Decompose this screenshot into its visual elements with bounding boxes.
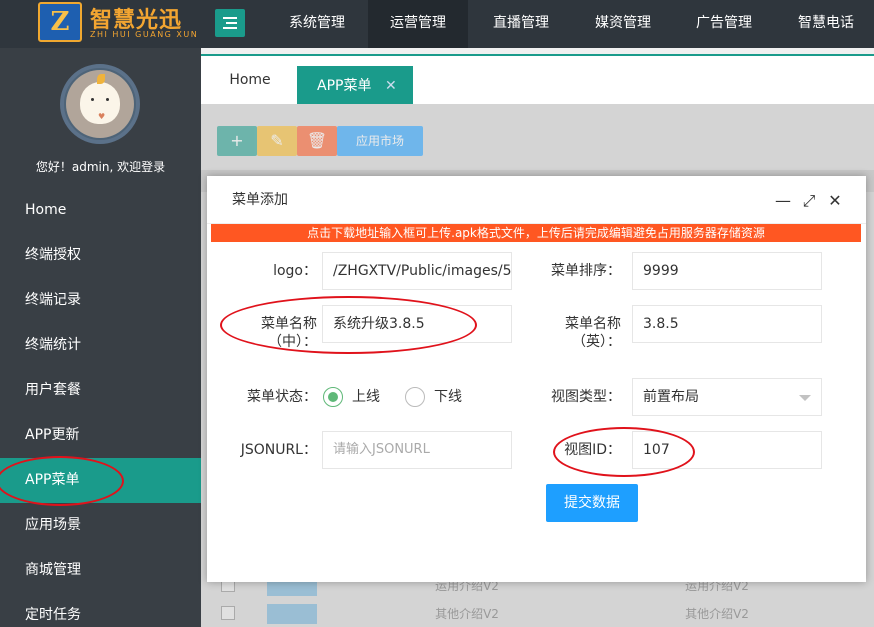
name-cn-label: 菜单名称（中）： [261,316,317,350]
row-checkbox[interactable] [221,606,235,620]
sidebar-item-user-plans[interactable]: 用户套餐 [0,368,201,413]
sidebar-item-scheduled-tasks[interactable]: 定时任务 [0,593,201,627]
sidebar: ♥ 您好！admin, 欢迎登录 Home 终端授权 终端记录 终端统计 用户套… [0,48,201,627]
tab-bar: Home APP菜单 ✕ [201,54,874,106]
topnav-item-ads[interactable]: 广告管理 [672,0,776,48]
logo-input[interactable]: /ZHGXTV/Public/images/5d5 [322,252,512,290]
row-thumbnail [267,604,317,624]
upload-notice: 点击下载地址输入框可上传.apk格式文件，上传后请完成编辑避免占用服务器存储资源 [211,224,861,242]
topnav-item-system[interactable]: 系统管理 [266,0,368,48]
topnav-item-live[interactable]: 直播管理 [468,0,574,48]
sidebar-item-home[interactable]: Home [0,188,201,233]
name-en-label: 菜单名称（英）： [565,316,621,350]
sidebar-item-terminal-log[interactable]: 终端记录 [0,278,201,323]
chevron-down-icon [799,395,811,401]
heart-icon: ♥ [98,112,106,121]
menu-toggle-button[interactable] [215,9,245,37]
sort-label: 菜单排序： [551,263,621,279]
status-offline-radio[interactable] [405,387,425,407]
minimize-icon[interactable]: — [770,176,796,224]
name-en-input[interactable]: 3.8.5 [632,305,822,343]
sidebar-item-scenes[interactable]: 应用场景 [0,503,201,548]
dialog-title: 菜单添加 [232,192,288,208]
logo-subtitle: ZHI HUI GUANG XUN [90,30,199,39]
status-online-label[interactable]: 上线 [352,387,380,407]
sidebar-item-mall[interactable]: 商城管理 [0,548,201,593]
jsonurl-label: JSONURL： [240,442,317,458]
dialog-header: 菜单添加 — ⤢ ✕ [207,176,866,224]
topnav-item-phone[interactable]: 智慧电话 [776,0,874,48]
jsonurl-input[interactable]: 请输入JSONURL [322,431,512,469]
delete-button[interactable]: 🗑 [297,126,337,156]
add-button[interactable]: + [217,126,257,156]
tab-home[interactable]: Home [201,56,299,104]
name-cn-input[interactable]: 系统升级3.8.5 [322,305,512,343]
brand-logo[interactable]: Z 智慧光迅 ZHI HUI GUANG XUN [38,2,198,44]
logo-mark: Z [38,2,82,42]
avatar[interactable]: ♥ [60,64,140,144]
sort-input[interactable]: 9999 [632,252,822,290]
table-row: 其他介绍V2 其他介绍V2 [217,600,874,627]
maximize-icon[interactable]: ⤢ [796,176,822,224]
view-id-label: 视图ID： [564,442,621,458]
sidebar-item-app-menu[interactable]: APP菜单 [0,458,201,503]
status-online-radio[interactable] [323,387,343,407]
view-type-value: 前置布局 [643,389,699,405]
sidebar-item-terminal-auth[interactable]: 终端授权 [0,233,201,278]
status-offline-label[interactable]: 下线 [434,387,462,407]
submit-button[interactable]: 提交数据 [546,484,638,522]
top-navbar: Z 智慧光迅 ZHI HUI GUANG XUN 系统管理 运营管理 直播管理 … [0,0,874,48]
topnav-item-operations[interactable]: 运营管理 [368,0,468,48]
view-id-input[interactable]: 107 [632,431,822,469]
status-label: 菜单状态： [247,389,317,405]
tab-app-menu-label: APP菜单 [317,78,372,94]
tab-app-menu[interactable]: APP菜单 ✕ [297,66,413,106]
close-icon[interactable]: ✕ [385,66,397,106]
topnav-item-media[interactable]: 媒资管理 [574,0,672,48]
app-market-button[interactable]: 应用市场 [337,126,423,156]
edit-button[interactable]: ✎ [257,126,297,156]
close-icon[interactable]: ✕ [822,176,848,224]
welcome-text: 您好！admin, 欢迎登录 [35,160,166,174]
view-type-select[interactable]: 前置布局 [632,378,822,416]
top-nav-menu: 系统管理 运营管理 直播管理 媒资管理 广告管理 智慧电话 [266,0,874,48]
sidebar-item-app-update[interactable]: APP更新 [0,413,201,458]
logo-label: logo： [273,263,317,279]
hamburger-icon [223,17,237,19]
view-type-label: 视图类型： [551,389,621,405]
toolbar: + ✎ 🗑 应用市场 [217,126,423,156]
sidebar-item-terminal-stats[interactable]: 终端统计 [0,323,201,368]
menu-add-dialog: 菜单添加 — ⤢ ✕ 点击下载地址输入框可上传.apk格式文件，上传后请完成编辑… [207,176,866,582]
